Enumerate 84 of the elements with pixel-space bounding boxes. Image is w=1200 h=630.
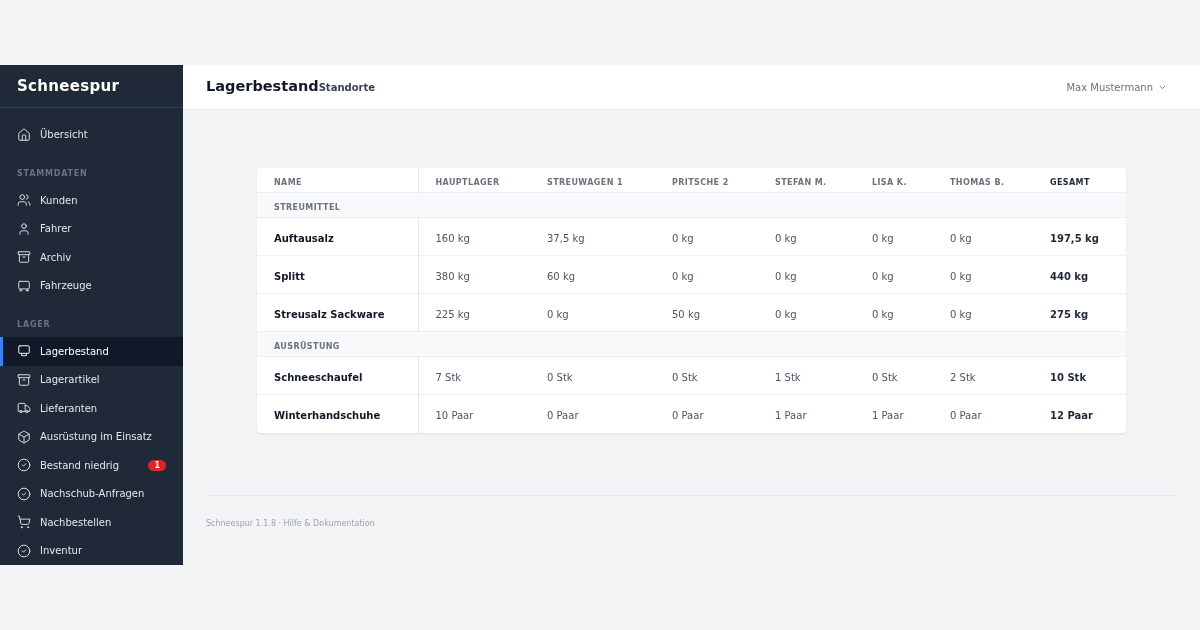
- stock-value: 0 kg: [672, 270, 694, 282]
- stock-value: 0 kg: [872, 232, 894, 244]
- archive-icon: [17, 372, 31, 387]
- total-value: 12 Paar: [1050, 409, 1093, 421]
- home-icon: [17, 127, 31, 142]
- column-header: PRITSCHE 2: [672, 178, 729, 187]
- count-badge: 1: [148, 459, 166, 471]
- stock-value: 1 Stk: [775, 371, 801, 383]
- item-name: Auftausalz: [274, 232, 334, 244]
- nav-item[interactable]: Lieferanten: [0, 394, 183, 423]
- stock-value: 0 kg: [950, 270, 972, 282]
- stock-value: 0 kg: [872, 308, 894, 320]
- nav-item[interactable]: Fahrzeuge: [0, 271, 183, 300]
- footer-text: Schneespur 1.1.8 · Hilfe & Dokumentation: [206, 519, 375, 528]
- nav-item[interactable]: Kunden: [0, 186, 183, 215]
- archive-icon: [17, 250, 31, 265]
- user-icon: [17, 221, 31, 236]
- box-icon: [17, 429, 31, 444]
- stock-value: 0 kg: [775, 232, 797, 244]
- cart-icon: [17, 515, 31, 530]
- wagon-icon: [17, 278, 31, 293]
- total-value: 10 Stk: [1050, 371, 1087, 383]
- item-name: Streusalz Sackware: [274, 308, 385, 320]
- total-value: 275 kg: [1050, 308, 1089, 320]
- section-label: LAGER: [17, 320, 51, 329]
- nav-item[interactable]: Lagerartikel: [0, 365, 183, 394]
- total-value: 197,5 kg: [1050, 232, 1099, 244]
- stock-value: 0 kg: [950, 232, 972, 244]
- column-header: STEFAN M.: [775, 178, 827, 187]
- user-menu[interactable]: Max Mustermann: [1066, 79, 1167, 95]
- stock-value: 7 Stk: [435, 371, 462, 383]
- nav-item[interactable]: Inventur: [0, 536, 183, 565]
- check-circle-icon: [17, 486, 31, 501]
- stock-value: 0 Paar: [672, 409, 704, 421]
- brand-name: Schneespur: [17, 75, 120, 97]
- stock-value: 0 kg: [775, 308, 797, 320]
- stock-value: 0 Stk: [672, 371, 698, 383]
- page-title: Lagerbestand: [206, 77, 319, 97]
- stock-value: 0 kg: [547, 308, 569, 320]
- stock-value: 0 kg: [872, 270, 894, 282]
- stock-value: 0 Stk: [872, 371, 898, 383]
- check-circle-icon: [17, 458, 31, 473]
- stock-value: 0 Paar: [950, 409, 982, 421]
- group-label: STREUMITTEL: [274, 203, 341, 212]
- column-header: LISA K.: [872, 178, 907, 187]
- stock-value: 0 kg: [950, 308, 972, 320]
- stock-value: 37,5 kg: [547, 232, 585, 244]
- nav-item[interactable]: Übersicht: [0, 120, 183, 149]
- stock-value: 225 kg: [435, 308, 470, 320]
- page-subtitle: Standorte: [318, 82, 376, 96]
- nav-item[interactable]: Lagerbestand: [0, 337, 183, 366]
- group-label: AUSRÜSTUNG: [274, 342, 340, 351]
- check-circle-icon: [17, 543, 31, 558]
- stock-value: 60 kg: [547, 270, 576, 282]
- nav-item[interactable]: Fahrer: [0, 214, 183, 243]
- stock-value: 0 kg: [775, 270, 797, 282]
- section-label: STAMMDATEN: [17, 169, 88, 178]
- nav-item[interactable]: Bestand niedrig 1: [0, 451, 183, 480]
- item-name: Schneeschaufel: [274, 371, 363, 383]
- column-header: NAME: [274, 178, 302, 187]
- stock-value: 380 kg: [435, 270, 470, 282]
- column-header: THOMAS B.: [950, 178, 1005, 187]
- stock-value: 1 Paar: [872, 409, 904, 421]
- tray-icon: [17, 344, 31, 359]
- column-header: STREUWAGEN 1: [547, 178, 623, 187]
- stock-value: 50 kg: [672, 308, 701, 320]
- stock-value: 10 Paar: [435, 409, 474, 421]
- stock-value: 0 Paar: [547, 409, 579, 421]
- stock-value: 2 Stk: [950, 371, 976, 383]
- item-name: Winterhandschuhe: [274, 409, 381, 421]
- nav-item[interactable]: Nachschub-Anfragen: [0, 479, 183, 508]
- stock-value: 0 kg: [672, 232, 694, 244]
- nav-item[interactable]: Ausrüstung im Einsatz: [0, 422, 183, 451]
- users-icon: [17, 193, 31, 208]
- item-name: Splitt: [274, 270, 305, 282]
- nav-item[interactable]: Nachbestellen: [0, 508, 183, 537]
- stock-value: 0 Stk: [547, 371, 573, 383]
- column-header: GESAMT: [1050, 178, 1090, 187]
- stock-value: 160 kg: [435, 232, 470, 244]
- total-value: 440 kg: [1050, 270, 1089, 282]
- column-header: HAUPTLAGER: [435, 178, 500, 187]
- nav-item[interactable]: Archiv: [0, 243, 183, 272]
- stock-value: 1 Paar: [775, 409, 807, 421]
- truck-icon: [17, 401, 31, 416]
